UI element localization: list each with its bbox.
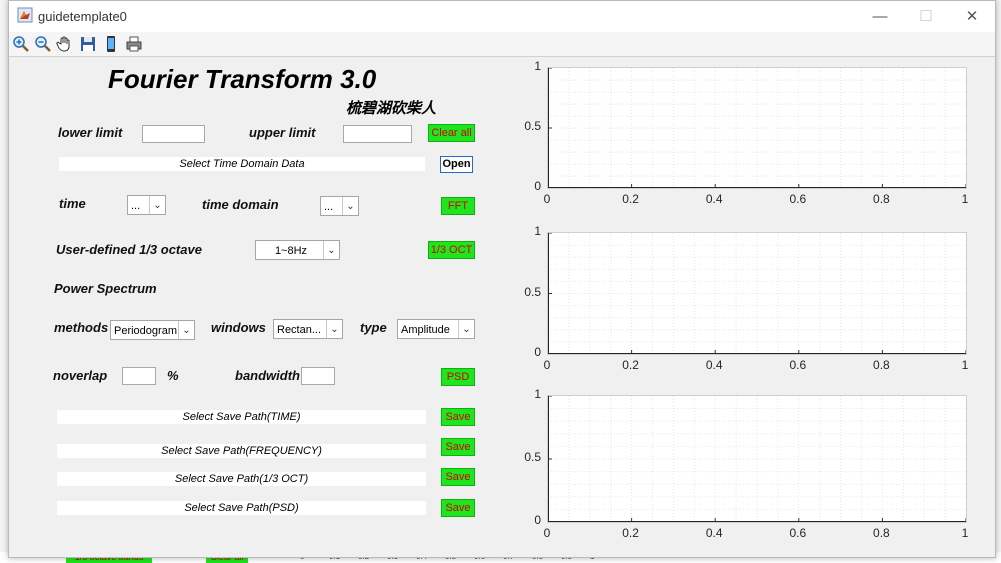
x-tick-label: 1 xyxy=(961,526,969,540)
x-tick-label: 0.2 xyxy=(622,526,639,540)
figure-toolbar xyxy=(9,32,995,57)
y-tick-label: 0 xyxy=(534,345,541,359)
minimize-button[interactable]: — xyxy=(857,1,903,32)
x-tick-label: 0.8 xyxy=(873,358,890,372)
x-tick-label: 0.2 xyxy=(622,192,639,206)
zoom-in-icon[interactable] xyxy=(12,35,30,53)
x-tick-label: 1 xyxy=(961,192,969,206)
print-icon[interactable] xyxy=(125,35,143,53)
title-bar: guidetemplate0 — ☐ ✕ xyxy=(9,1,995,32)
matlab-icon xyxy=(17,7,33,23)
save-icon[interactable] xyxy=(79,35,97,53)
plot-axes-1[interactable] xyxy=(547,67,967,189)
x-tick-label: 0.6 xyxy=(789,526,807,540)
y-tick-label: 1 xyxy=(534,224,541,238)
app-window: guidetemplate0 — ☐ ✕ Fourier Transform 3… xyxy=(8,0,996,558)
plot-grid-2 xyxy=(548,233,966,354)
x-tick-label: 0.6 xyxy=(789,192,807,206)
y-tick-label: 0.5 xyxy=(524,284,541,299)
x-tick-label: 0.8 xyxy=(873,192,890,206)
plots-layer: 0 0.2 0.4 0.6 0.8 1 0 0.5 1 0 0.2 0.4 0.6 0.8 1 0 0.5 1 0 0… xyxy=(9,57,995,557)
x-tick-label: 1 xyxy=(961,358,969,372)
plot-grid-3 xyxy=(548,396,966,522)
pan-hand-icon[interactable] xyxy=(56,35,74,53)
x-tick-label: 0.4 xyxy=(705,526,723,540)
x-tick-label: 0 xyxy=(543,526,551,540)
y-tick-label: 0.5 xyxy=(524,450,541,464)
y-tick-label: 0 xyxy=(534,179,541,193)
x-tick-label: 0.2 xyxy=(622,358,639,372)
y-tick-label: 0 xyxy=(534,513,541,527)
plot-axes-2[interactable] xyxy=(547,232,967,355)
zoom-out-icon[interactable] xyxy=(34,35,52,53)
maximize-button[interactable]: ☐ xyxy=(903,1,949,32)
x-tick-label: 0.4 xyxy=(705,358,723,372)
window-title: guidetemplate0 xyxy=(38,9,127,24)
figure-content: Fourier Transform 3.0 梳碧湖砍柴人 lower limit… xyxy=(9,57,995,557)
y-tick-label: 1 xyxy=(534,59,541,73)
y-tick-label: 0.5 xyxy=(524,119,541,133)
x-tick-label: 0.4 xyxy=(705,192,723,206)
x-tick-label: 0 xyxy=(543,358,551,372)
close-button[interactable]: ✕ xyxy=(949,1,995,32)
plot-grid-1 xyxy=(548,68,966,188)
x-tick-label: 0.6 xyxy=(789,358,807,372)
x-tick-label: 0 xyxy=(543,192,551,206)
y-tick-label: 1 xyxy=(534,387,541,401)
x-tick-label: 0.8 xyxy=(873,526,890,540)
plot-axes-3[interactable] xyxy=(547,395,967,523)
phone-icon[interactable] xyxy=(102,35,120,53)
